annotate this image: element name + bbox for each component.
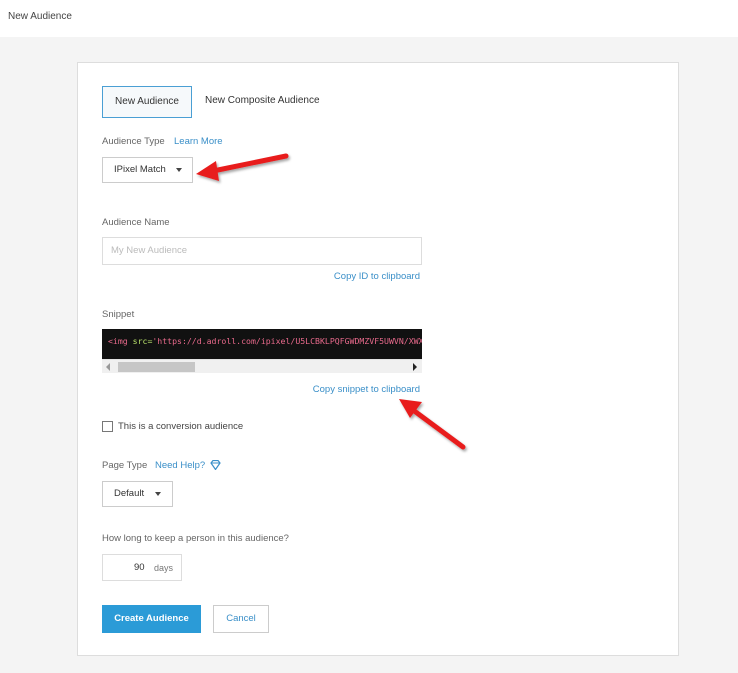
cancel-button[interactable]: Cancel: [213, 605, 269, 633]
new-audience-form: New Audience New Composite Audience Audi…: [77, 62, 679, 656]
audience-name-label: Audience Name: [102, 217, 170, 228]
learn-more-link[interactable]: Learn More: [174, 136, 223, 147]
conversion-checkbox[interactable]: [102, 421, 113, 432]
page-title: New Audience: [8, 11, 72, 22]
snippet-code: <img src='https://d.adroll.com/ipixel/U5…: [108, 336, 422, 346]
audience-name-placeholder: My New Audience: [111, 245, 188, 256]
page-type-selected: Default: [114, 488, 145, 499]
need-help-link[interactable]: Need Help?: [155, 460, 205, 471]
create-audience-button[interactable]: Create Audience: [102, 605, 201, 633]
duration-input[interactable]: 90 days: [102, 554, 182, 581]
snippet-label: Snippet: [102, 309, 135, 320]
duration-label: How long to keep a person in this audien…: [102, 533, 289, 544]
chevron-down-icon: [155, 492, 161, 496]
duration-unit: days: [154, 563, 174, 573]
page-type-dropdown[interactable]: Default: [102, 481, 173, 507]
diamond-icon[interactable]: [210, 460, 221, 470]
audience-name-input[interactable]: My New Audience: [102, 237, 422, 265]
snippet-code-box[interactable]: <img src='https://d.adroll.com/ipixel/U5…: [102, 329, 422, 359]
chevron-down-icon: [176, 168, 182, 172]
conversion-label: This is a conversion audience: [118, 421, 244, 432]
tab-new-audience[interactable]: New Audience: [102, 86, 192, 118]
copy-snippet-link[interactable]: Copy snippet to clipboard: [313, 384, 420, 395]
tab-new-composite-audience[interactable]: New Composite Audience: [205, 95, 320, 106]
audience-type-label: Audience Type: [102, 136, 165, 147]
audience-type-selected: IPixel Match: [114, 164, 166, 175]
scroll-thumb[interactable]: [118, 362, 195, 372]
page-type-label: Page Type: [102, 460, 148, 471]
duration-value: 90: [134, 562, 145, 573]
snippet-scrollbar[interactable]: [102, 359, 422, 373]
copy-id-link[interactable]: Copy ID to clipboard: [334, 271, 420, 282]
scroll-left-icon[interactable]: [106, 363, 110, 371]
top-bar: New Audience: [0, 0, 738, 37]
audience-type-dropdown[interactable]: IPixel Match: [102, 157, 193, 183]
scroll-right-icon[interactable]: [413, 363, 417, 371]
